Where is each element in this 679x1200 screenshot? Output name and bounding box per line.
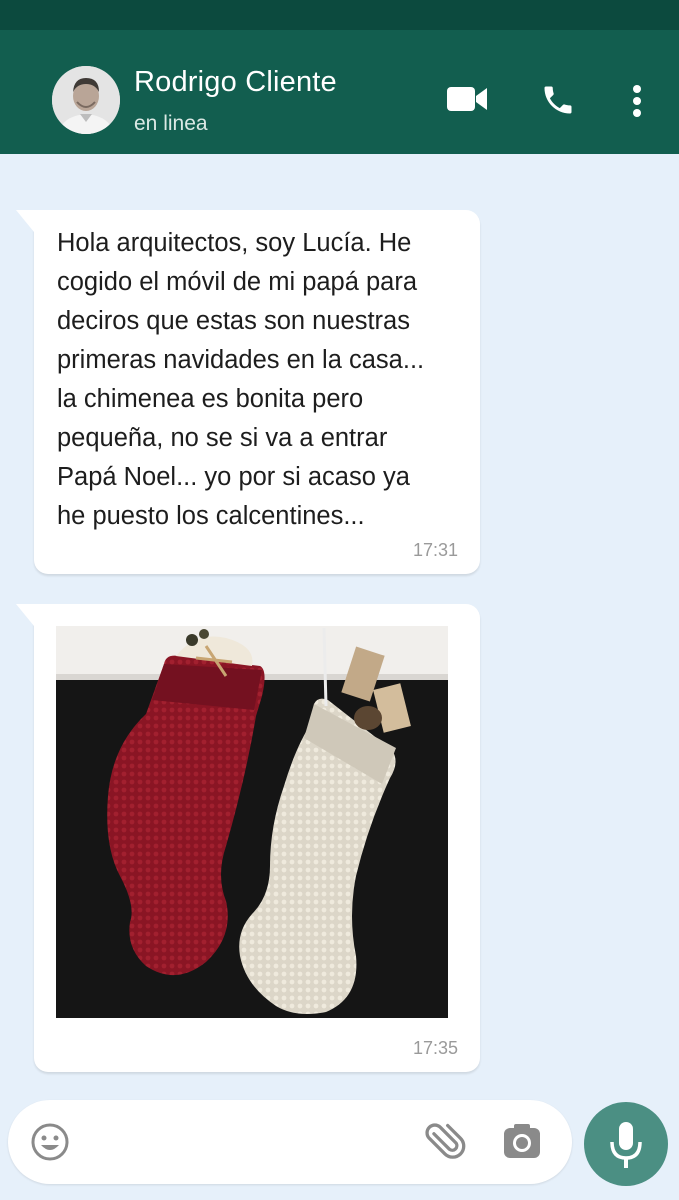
emoji-icon[interactable] [30,1122,70,1162]
phone-icon[interactable] [540,82,576,118]
mic-button[interactable] [584,1102,668,1186]
contact-name[interactable]: Rodrigo Cliente [134,66,337,99]
mic-icon [610,1122,642,1168]
stockings-image [56,626,448,1018]
message-input[interactable] [94,1120,398,1166]
bubble-tail [16,604,34,626]
avatar[interactable] [52,66,120,134]
image-message-bubble[interactable]: 17:35 [16,604,480,1072]
camera-icon[interactable] [502,1122,542,1162]
bubble-tail [16,210,34,232]
status-bar [0,0,679,30]
more-options-icon[interactable] [630,84,644,118]
attach-icon[interactable] [422,1120,466,1164]
message-time: 17:35 [412,1038,458,1058]
message-photo[interactable] [56,626,448,1018]
message-time: 17:31 [412,540,458,560]
message-composer [8,1100,572,1184]
message-bubble[interactable]: Hola arquitectos, soy Lucía. He cogido e… [16,210,480,574]
message-text: Hola arquitectos, soy Lucía. He cogido e… [57,229,425,530]
video-call-icon[interactable] [446,84,488,114]
contact-status: en linea [134,112,208,135]
chat-header: Rodrigo Cliente en linea [0,30,679,154]
